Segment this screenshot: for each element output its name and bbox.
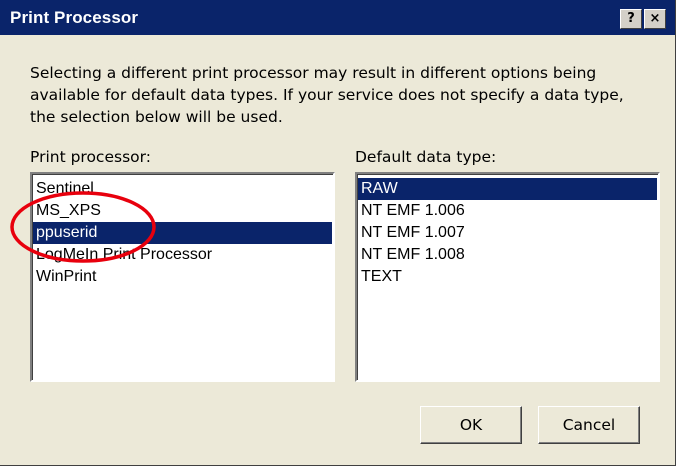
print-processor-listbox[interactable]: Sentinel MS_XPS ppuserid LogMeIn Print Proc… <box>30 172 335 382</box>
data-type-item[interactable]: NT EMF 1.007 <box>358 222 657 244</box>
print-processor-item[interactable]: MS_XPS <box>33 200 332 222</box>
data-type-item[interactable]: NT EMF 1.006 <box>358 200 657 222</box>
cancel-button[interactable]: Cancel <box>538 406 640 444</box>
data-type-item[interactable]: NT EMF 1.008 <box>358 244 657 266</box>
data-type-item[interactable]: TEXT <box>358 266 657 288</box>
help-button[interactable]: ? <box>620 9 642 29</box>
print-processor-item[interactable]: WinPrint <box>33 266 332 288</box>
description-text: Selecting a different print processor ma… <box>30 64 624 126</box>
print-processor-item[interactable]: ppuserid <box>33 222 332 244</box>
print-processor-label: Print processor: <box>30 148 151 166</box>
default-data-type-listbox[interactable]: RAW NT EMF 1.006 NT EMF 1.007 NT EMF 1.008 T… <box>355 172 660 382</box>
data-type-item[interactable]: RAW <box>358 178 657 200</box>
print-processor-dialog: Print Processor ? × Selecting a differen… <box>0 0 676 466</box>
window-title: Print Processor <box>10 8 139 27</box>
ok-button[interactable]: OK <box>420 406 522 444</box>
default-data-type-label: Default data type: <box>355 148 497 166</box>
print-processor-item[interactable]: LogMeIn Print Processor <box>33 244 332 266</box>
close-button[interactable]: × <box>644 9 666 29</box>
title-bar[interactable]: Print Processor ? × <box>0 0 675 35</box>
print-processor-item[interactable]: Sentinel <box>33 178 332 200</box>
